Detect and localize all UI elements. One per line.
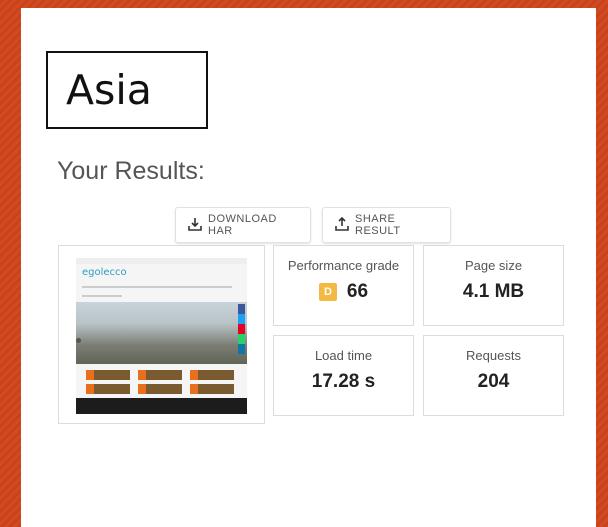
hero-image bbox=[76, 302, 247, 364]
share-result-button[interactable]: SHARE RESULT bbox=[322, 207, 451, 243]
requests-value: 204 bbox=[477, 371, 510, 392]
share-result-label: SHARE RESULT bbox=[355, 213, 401, 237]
social-share-icons bbox=[238, 304, 245, 354]
cookie-banner bbox=[76, 398, 247, 414]
page-size-card: Page size 4.1 MB bbox=[423, 245, 564, 326]
page-size-value: 4.1 MB bbox=[462, 281, 525, 302]
load-time-label: Load time bbox=[314, 348, 373, 363]
load-time-card: Load time 17.28 s bbox=[273, 335, 414, 416]
page-screenshot-thumbnail[interactable]: egolecco bbox=[58, 245, 265, 424]
page-size-label: Page size bbox=[464, 258, 523, 273]
download-har-button[interactable]: DOWNLOAD HAR bbox=[175, 207, 311, 243]
download-icon bbox=[188, 217, 202, 234]
load-time-value: 17.28 s bbox=[311, 371, 376, 392]
performance-grade-card: Performance grade D 66 bbox=[273, 245, 414, 326]
site-logo: egolecco bbox=[82, 267, 127, 278]
performance-grade-label: Performance grade bbox=[287, 258, 400, 273]
share-icon bbox=[335, 216, 349, 234]
results-title: Your Results: bbox=[57, 157, 205, 185]
requests-card: Requests 204 bbox=[423, 335, 564, 416]
requests-label: Requests bbox=[466, 348, 521, 363]
download-har-label: DOWNLOAD HAR bbox=[208, 213, 277, 237]
website-screenshot: egolecco bbox=[76, 258, 247, 414]
performance-score: 66 bbox=[346, 281, 369, 302]
grade-badge: D bbox=[318, 283, 337, 301]
region-label: Asia bbox=[46, 51, 208, 129]
results-card: Asia Your Results: DOWNLOAD HAR SHARE RE… bbox=[21, 8, 596, 527]
